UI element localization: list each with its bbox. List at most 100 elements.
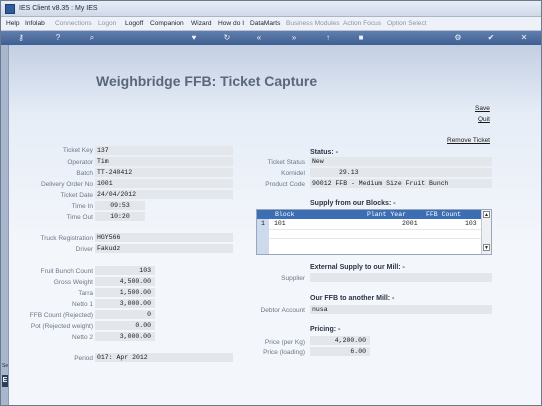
gross-weight-label: Gross Weight [53, 279, 93, 286]
col-plant-year-header[interactable]: Plant Year [367, 211, 406, 218]
period-label: Period [74, 355, 93, 362]
forward-icon[interactable]: » [289, 33, 299, 43]
blocks-table[interactable]: Block Plant Year FFB Count 1 101 2001 10… [256, 209, 492, 255]
scroll-up-icon[interactable]: ▲ [483, 211, 490, 218]
menu-infolab[interactable]: Infolab [25, 20, 45, 27]
ffb-rejected-field[interactable]: 0 [95, 310, 155, 319]
stop-icon[interactable]: ■ [356, 33, 366, 43]
ticket-status-field[interactable]: New [310, 157, 492, 166]
supplier-label: Supplier [281, 275, 305, 282]
blocks-table-header: Block Plant Year FFB Count [257, 210, 482, 219]
menu-option-select[interactable]: Option Select [387, 20, 427, 27]
netto1-field[interactable]: 3,000.00 [95, 299, 155, 308]
price-loading-label: Price (loading) [263, 349, 305, 356]
product-code-field[interactable]: 90012 FFB - Medium Size Fruit Bunch [310, 179, 492, 188]
price-per-kg-label: Price (per Kg) [264, 339, 305, 346]
supply-blocks-section-title: Supply from our Blocks: - [310, 200, 396, 207]
cell-block[interactable]: 101 [274, 220, 286, 227]
driver-field[interactable]: Fakudz [95, 244, 233, 253]
blocks-table-scrollbar[interactable]: ▲ ▼ [481, 210, 491, 254]
up-icon[interactable]: ↑ [323, 33, 333, 43]
netto2-label: Netto 2 [72, 334, 93, 341]
ticket-date-field[interactable]: 24/04/2012 [95, 190, 233, 199]
side-tag: Se [2, 363, 9, 369]
menu-logon[interactable]: Logon [98, 20, 116, 27]
batch-field[interactable]: TT-240412 [95, 168, 233, 177]
truck-registration-field[interactable]: HGY566 [95, 233, 233, 242]
kornidel-label: Kornidel [281, 170, 305, 177]
time-out-label: Time Out [66, 214, 94, 221]
check-icon[interactable]: ✔ [486, 33, 496, 43]
batch-label: Batch [76, 170, 93, 177]
tarra-label: Tarra [78, 290, 93, 297]
help-icon[interactable]: ? [53, 33, 63, 43]
pricing-section-title: Pricing: - [310, 326, 341, 333]
product-code-label: Product Code [265, 181, 305, 188]
ticket-key-field[interactable]: 137 [95, 146, 233, 155]
debtor-account-field[interactable]: nusa [310, 305, 492, 314]
side-strip: Se E [1, 45, 9, 405]
col-ffb-count-header[interactable]: FFB Count [426, 211, 461, 218]
menu-wizard[interactable]: Wizard [191, 20, 212, 27]
pot-rejected-label: Pot (Rejected weight) [30, 323, 93, 330]
row-divider [269, 229, 482, 230]
tarra-field[interactable]: 1,500.00 [95, 288, 155, 297]
ticket-status-label: Ticket Status [267, 159, 305, 166]
side-tab[interactable]: E [2, 375, 8, 387]
netto2-field[interactable]: 3,000.00 [95, 332, 155, 341]
external-supply-section-title: External Supply to our Mill: - [310, 264, 405, 271]
operator-label: Operator [67, 159, 93, 166]
truck-registration-label: Truck Registration [40, 235, 94, 242]
title-bar: IES Client v8.35 : My IES [1, 1, 541, 17]
menu-connections[interactable]: Connections [55, 20, 92, 27]
app-window: IES Client v8.35 : My IES Help Infolab C… [0, 0, 542, 406]
cell-plant-year[interactable]: 2001 [402, 220, 418, 227]
time-out-field[interactable]: 10:20 [95, 212, 145, 221]
pot-rejected-field[interactable]: 0.00 [95, 321, 155, 330]
menu-business-modules[interactable]: Business Modules [286, 20, 340, 27]
row-divider [269, 238, 482, 239]
gross-weight-field[interactable]: 4,500.00 [95, 277, 155, 286]
menu-action-focus[interactable]: Action Focus [343, 20, 381, 27]
cell-ffb-count[interactable]: 103 [465, 220, 477, 227]
driver-label: Driver [75, 246, 93, 253]
ticket-key-label: Ticket Key [62, 147, 93, 154]
key-icon[interactable]: ⚷ [11, 33, 31, 43]
quit-link[interactable]: Quit [478, 116, 490, 123]
menu-companion[interactable]: Companion [150, 20, 184, 27]
menu-how-do-i[interactable]: How do I [218, 20, 244, 27]
fruit-bunch-count-label: Fruit Bunch Count [40, 268, 93, 275]
settings-icon[interactable]: ⚙ [453, 33, 463, 43]
price-loading-field[interactable]: 6.00 [310, 347, 370, 356]
search-icon[interactable]: ⌕ [87, 33, 97, 43]
time-in-field[interactable]: 09:53 [95, 201, 145, 210]
kornidel-field[interactable]: 29.13 [310, 168, 492, 177]
menu-help[interactable]: Help [6, 20, 20, 27]
time-in-label: Time In [71, 203, 93, 210]
delivery-order-label: Delivery Order No [40, 181, 93, 188]
scroll-down-icon[interactable]: ▼ [483, 244, 490, 251]
heart-icon[interactable]: ♥ [189, 33, 199, 43]
close-icon[interactable]: ✕ [519, 33, 529, 43]
netto1-label: Netto 1 [72, 301, 93, 308]
menu-bar: Help Infolab Connections Logon Logoff Co… [1, 17, 541, 31]
rewind-icon[interactable]: « [254, 33, 264, 43]
menu-datamarts[interactable]: DataMarts [250, 20, 280, 27]
debtor-account-label: Debtor Account [260, 307, 305, 314]
supplier-field[interactable] [310, 273, 492, 282]
save-link[interactable]: Save [475, 105, 490, 112]
status-section-title: Status: - [310, 149, 338, 156]
row-number: 1 [261, 220, 265, 227]
remove-ticket-link[interactable]: Remove Ticket [447, 137, 490, 144]
price-per-kg-field[interactable]: 4,200.00 [310, 336, 370, 345]
menu-logoff[interactable]: Logoff [125, 20, 143, 27]
period-field[interactable]: 017: Apr 2012 [95, 353, 233, 362]
toolbar: ⚷ ? ⌕ ♥ ↻ « » ↑ ■ ⚙ ✔ ✕ [1, 31, 541, 45]
refresh-icon[interactable]: ↻ [222, 33, 232, 43]
col-block-header[interactable]: Block [275, 211, 295, 218]
ffb-rejected-label: FFB Count (Rejected) [29, 312, 93, 319]
fruit-bunch-count-field[interactable]: 103 [95, 266, 155, 275]
operator-field[interactable]: Tim [95, 157, 233, 166]
ffb-other-mill-section-title: Our FFB to another Mill: - [310, 295, 395, 302]
delivery-order-field[interactable]: 1001 [95, 179, 233, 188]
